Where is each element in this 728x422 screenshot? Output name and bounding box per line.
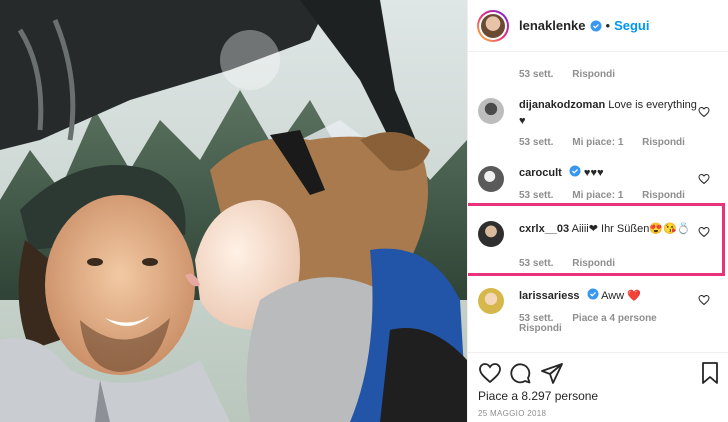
- comment-body: carocult ♥♥♥: [519, 165, 697, 181]
- heart-icon[interactable]: [478, 361, 502, 385]
- comment-meta: Rispondi: [519, 323, 578, 334]
- verified-badge-icon: [590, 20, 601, 31]
- comment-meta: 53 sett. Mi piace: 1 Rispondi: [519, 190, 701, 201]
- comment-likes[interactable]: Mi piace: 1: [572, 137, 623, 148]
- likes-text: Piace a 8.297 persone: [478, 389, 599, 403]
- comment-username[interactable]: dijanakodzoman: [519, 99, 605, 111]
- avatar[interactable]: [478, 288, 504, 314]
- verified-badge-icon: [569, 165, 581, 177]
- comment-username[interactable]: larissariess: [519, 290, 580, 302]
- separator-dot: •: [605, 18, 611, 33]
- comment-username[interactable]: carocult: [519, 167, 562, 179]
- post-username[interactable]: lenaklenke: [519, 18, 586, 33]
- action-bar: [478, 361, 718, 385]
- comment-body: dijanakodzoman Love is everything ♥: [519, 97, 697, 129]
- avatar[interactable]: [477, 9, 509, 42]
- reply-link[interactable]: Rispondi: [642, 190, 685, 201]
- share-icon[interactable]: [540, 361, 564, 385]
- comment-likes[interactable]: Piace a 4 persone: [572, 313, 657, 324]
- comment-meta: 53 sett. Mi piace: 1 Rispondi: [519, 137, 701, 148]
- post-date[interactable]: 25 MAGGIO 2018: [478, 409, 546, 418]
- post-header: lenaklenke • Segui: [468, 0, 728, 52]
- comment-time: 53 sett.: [519, 137, 554, 148]
- comment-meta: 53 sett. Rispondi: [519, 69, 631, 80]
- photo-illustration: [0, 0, 467, 422]
- avatar[interactable]: [478, 98, 504, 124]
- heart-icon[interactable]: [698, 173, 710, 185]
- verified-badge-icon: [587, 288, 599, 300]
- comment-highlight-box: [468, 203, 725, 276]
- heart-icon[interactable]: [698, 294, 710, 306]
- reply-link[interactable]: Rispondi: [572, 69, 615, 80]
- bookmark-icon[interactable]: [698, 361, 722, 385]
- heart-icon[interactable]: [698, 106, 710, 118]
- post-side-panel: 53 sett. Rispondi dijanakodzoman Love is…: [467, 0, 728, 422]
- comments-list[interactable]: 53 sett. Rispondi dijanakodzoman Love is…: [468, 0, 728, 352]
- likes-count[interactable]: Piace a 8.297 persone: [478, 389, 598, 403]
- comment-time: 53 sett.: [519, 190, 554, 201]
- comment-time: 53 sett.: [519, 69, 554, 80]
- reply-link[interactable]: Rispondi: [519, 323, 562, 334]
- reply-link[interactable]: Rispondi: [642, 137, 685, 148]
- follow-button[interactable]: Segui: [614, 18, 649, 33]
- comment-text: Aww ❤️: [601, 290, 641, 302]
- comment-icon[interactable]: [508, 361, 532, 385]
- comment-likes[interactable]: Mi piace: 1: [572, 190, 623, 201]
- post-footer: Piace a 8.297 persone 25 MAGGIO 2018: [468, 352, 728, 422]
- comment-text: ♥♥♥: [583, 167, 604, 179]
- avatar[interactable]: [478, 166, 504, 192]
- post-photo[interactable]: [0, 0, 467, 422]
- comment-body: larissariess Aww ❤️: [519, 288, 697, 304]
